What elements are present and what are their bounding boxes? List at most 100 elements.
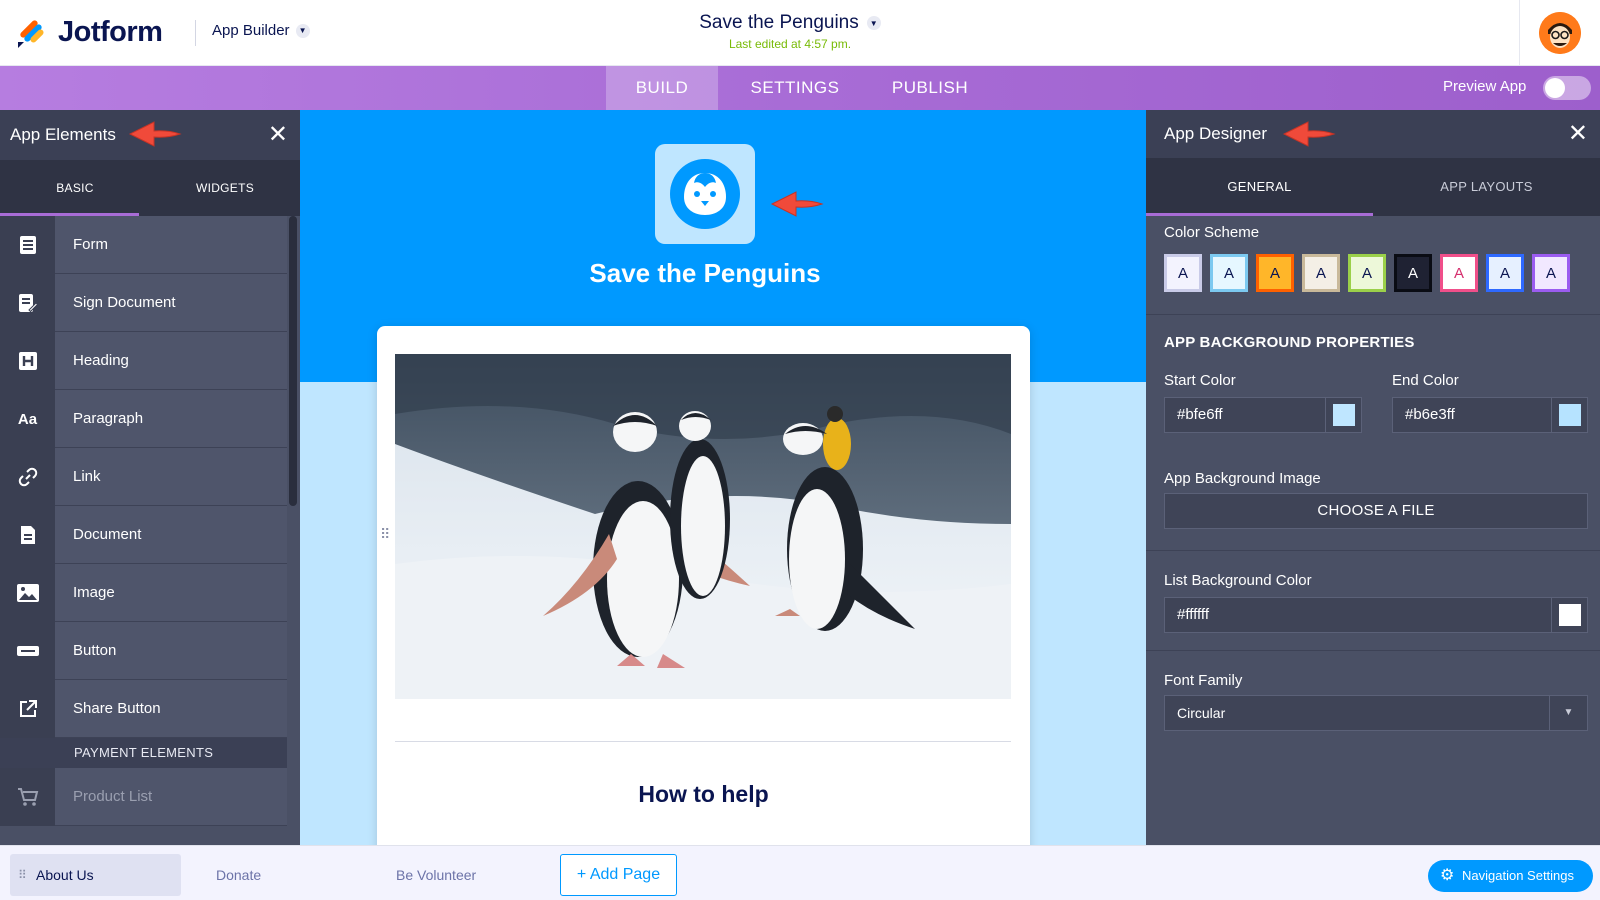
end-color-label: End Color	[1392, 372, 1459, 389]
end-color-field[interactable]: #b6e3ff	[1392, 397, 1588, 433]
list-item[interactable]: Document	[0, 506, 287, 564]
color-scheme-swatch[interactable]: A	[1486, 254, 1524, 292]
list-item[interactable]: Share Button	[0, 680, 287, 738]
annotation-arrow-icon	[770, 191, 824, 217]
content-card: How to help	[377, 326, 1030, 845]
penguin-photo[interactable]	[395, 354, 1011, 699]
list-item-label: Sign Document	[55, 274, 287, 331]
color-scheme-swatch[interactable]: A	[1210, 254, 1248, 292]
color-scheme-swatch[interactable]: A	[1348, 254, 1386, 292]
close-icon[interactable]: ✕	[268, 123, 288, 147]
app-name-heading[interactable]: Save the Penguins	[300, 258, 1110, 289]
add-page-button[interactable]: + Add Page	[560, 854, 677, 896]
app-canvas: Save the Penguins How to help ⠿	[300, 110, 1146, 845]
tab-settings[interactable]: SETTINGS	[740, 66, 850, 110]
color-scheme-swatch[interactable]: A	[1256, 254, 1294, 292]
avatar[interactable]	[1539, 12, 1581, 54]
tab-app-layouts[interactable]: APP LAYOUTS	[1373, 158, 1600, 216]
heading-icon	[0, 332, 55, 390]
font-family-select[interactable]: Circular ▼	[1164, 695, 1588, 731]
app-builder-menu[interactable]: App Builder ▼	[212, 22, 310, 39]
link-icon	[0, 448, 55, 506]
form-icon	[0, 216, 55, 274]
list-item-label: Image	[55, 564, 287, 621]
toggle-knob	[1545, 78, 1565, 98]
payment-elements-section: PAYMENT ELEMENTS	[0, 738, 287, 768]
color-scheme-swatch[interactable]: A	[1394, 254, 1432, 292]
list-item[interactable]: Link	[0, 448, 287, 506]
card-divider	[395, 741, 1011, 742]
list-item[interactable]: Aa Paragraph	[0, 390, 287, 448]
list-item[interactable]: Image	[0, 564, 287, 622]
app-builder-label: App Builder	[212, 22, 290, 39]
close-icon[interactable]: ✕	[1568, 122, 1588, 146]
color-chip	[1332, 404, 1355, 426]
list-item[interactable]: Button	[0, 622, 287, 680]
color-scheme-swatch[interactable]: A	[1532, 254, 1570, 292]
list-bg-color-field[interactable]: #ffffff	[1164, 597, 1588, 633]
start-color-value: #bfe6ff	[1177, 406, 1223, 423]
divider	[1146, 650, 1600, 651]
list-item[interactable]: Sign Document	[0, 274, 287, 332]
scrollbar-thumb[interactable]	[289, 216, 297, 506]
list-item-label: Form	[55, 216, 287, 273]
app-elements-panel: App Elements ✕ BASIC WIDGETS Form Sign D…	[0, 110, 300, 845]
bg-properties-title: APP BACKGROUND PROPERTIES	[1164, 334, 1415, 351]
tab-build[interactable]: BUILD	[606, 66, 718, 110]
start-color-picker[interactable]	[1325, 398, 1361, 432]
tab-basic[interactable]: BASIC	[0, 160, 150, 216]
tab-publish[interactable]: PUBLISH	[876, 66, 984, 110]
choose-file-button[interactable]: CHOOSE A FILE	[1164, 493, 1588, 529]
page-tab-about-us[interactable]: ⠿ About Us	[10, 854, 181, 896]
button-icon	[0, 622, 55, 680]
color-chip	[1558, 604, 1581, 626]
image-icon	[0, 564, 55, 622]
page-tab-be-volunteer[interactable]: Be Volunteer	[396, 854, 526, 896]
penguin-icon	[670, 159, 740, 229]
color-scheme-swatch[interactable]: A	[1164, 254, 1202, 292]
share-icon	[0, 680, 55, 738]
app-designer-panel: App Designer ✕ GENERAL APP LAYOUTS Color…	[1146, 110, 1600, 845]
list-bg-color-picker[interactable]	[1551, 598, 1587, 632]
jotform-logo[interactable]: Jotform	[16, 14, 163, 50]
document-icon	[0, 506, 55, 564]
brand-name: Jotform	[58, 15, 163, 48]
list-item-label: Paragraph	[55, 390, 287, 447]
list-item[interactable]: Heading	[0, 332, 287, 390]
jotform-logo-icon	[16, 16, 46, 48]
gear-icon: ⚙	[1440, 867, 1455, 884]
annotation-arrow-icon	[1282, 121, 1336, 147]
drag-handle-icon[interactable]: ⠿	[380, 527, 391, 541]
bg-image-label: App Background Image	[1164, 470, 1321, 487]
divider	[1146, 550, 1600, 551]
end-color-picker[interactable]	[1551, 398, 1587, 432]
color-scheme-swatches: AAAAAAAAA	[1164, 254, 1570, 292]
tab-general[interactable]: GENERAL	[1146, 158, 1373, 216]
app-title-menu[interactable]: Save the Penguins ▼	[699, 12, 881, 34]
page-tab-donate[interactable]: Donate	[216, 854, 326, 896]
preview-app-toggle[interactable]	[1543, 76, 1591, 100]
designer-tabs: GENERAL APP LAYOUTS	[1146, 158, 1600, 216]
tab-widgets[interactable]: WIDGETS	[150, 160, 300, 216]
last-edited-status: Last edited at 4:57 pm.	[728, 37, 852, 51]
color-scheme-swatch[interactable]: A	[1302, 254, 1340, 292]
account-area	[1519, 0, 1600, 66]
element-list: Form Sign Document Heading Aa Paragraph …	[0, 216, 287, 826]
start-color-field[interactable]: #bfe6ff	[1164, 397, 1362, 433]
app-icon[interactable]	[655, 144, 755, 244]
header-divider	[195, 20, 196, 46]
active-tab-indicator	[1146, 213, 1373, 216]
cart-icon	[0, 768, 55, 826]
drag-handle-icon[interactable]: ⠿	[18, 854, 27, 896]
list-item[interactable]: Form	[0, 216, 287, 274]
color-scheme-label: Color Scheme	[1164, 224, 1260, 241]
color-scheme-swatch[interactable]: A	[1440, 254, 1478, 292]
divider	[1146, 314, 1600, 315]
list-item[interactable]: Product List	[0, 768, 287, 826]
list-item-label: Link	[55, 448, 287, 505]
navigation-settings-button[interactable]: ⚙ Navigation Settings	[1428, 860, 1593, 892]
chevron-down-icon: ▼	[1549, 696, 1587, 730]
font-family-value: Circular	[1177, 705, 1226, 721]
how-to-help-heading[interactable]: How to help	[377, 781, 1030, 808]
scrollbar[interactable]	[287, 216, 300, 845]
